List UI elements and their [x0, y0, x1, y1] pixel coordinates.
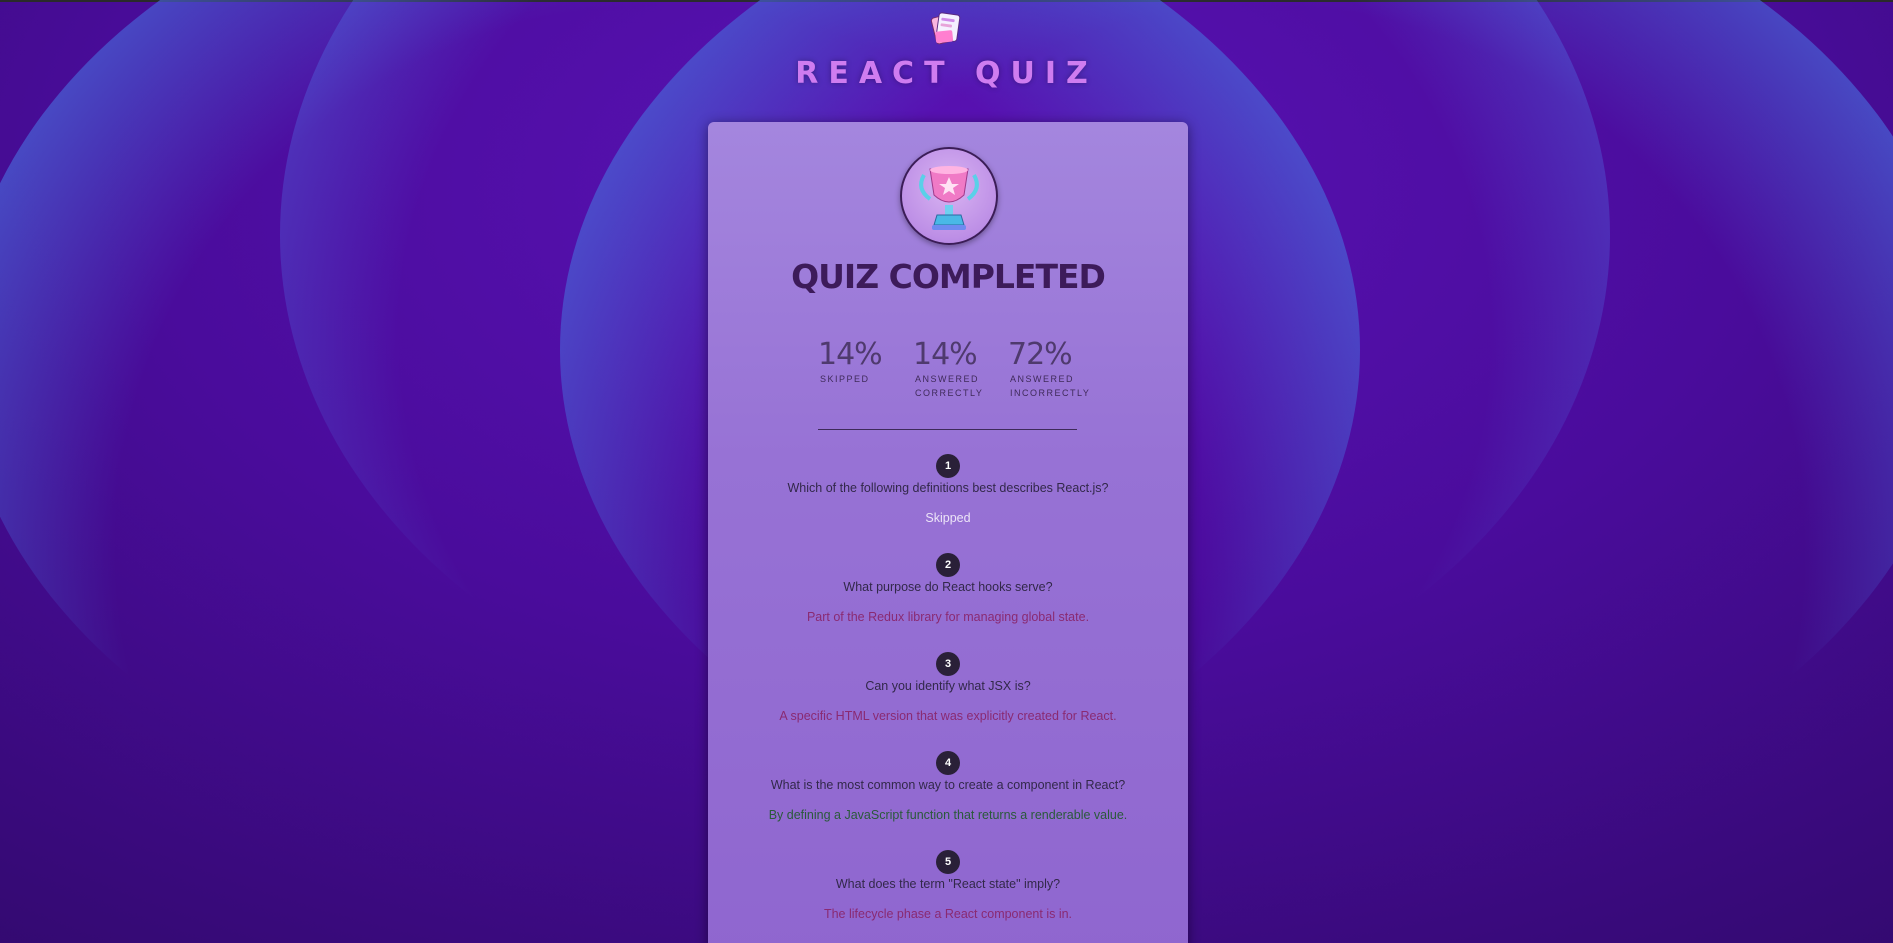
- user-answer: A specific HTML version that was explici…: [779, 709, 1117, 723]
- user-answer: Skipped: [925, 511, 971, 525]
- stat-value: 14%: [913, 337, 978, 372]
- stats-row: 14% Skipped 14% Answered correctly 72% A…: [818, 338, 1098, 408]
- app-title: REACT QUIZ: [795, 56, 1098, 91]
- question-text: What is the most common way to create a …: [770, 778, 1126, 792]
- question-number-badge: 3: [936, 652, 960, 676]
- stat-label: Answered correctly: [915, 374, 984, 398]
- trophy-icon: [919, 166, 979, 230]
- stats-divider: [818, 429, 1077, 430]
- stat-label: Skipped: [820, 374, 870, 384]
- question-text: Can you identify what JSX is?: [865, 679, 1031, 693]
- stat-value: 14%: [818, 337, 883, 372]
- question-text: Which of the following definitions best …: [787, 481, 1109, 495]
- quiz-cards-logo-icon: [930, 12, 961, 45]
- user-answer: By defining a JavaScript function that r…: [768, 808, 1128, 822]
- question-number-badge: 4: [936, 751, 960, 775]
- stat-incorrect: 72% Answered incorrectly: [1008, 338, 1098, 400]
- question-number-badge: 1: [936, 454, 960, 478]
- question-number-badge: 5: [936, 850, 960, 874]
- quiz-completed-heading: QUIZ COMPLETED: [791, 257, 1106, 296]
- question-text: What does the term "React state" imply?: [835, 877, 1061, 891]
- user-answer: Part of the Redux library for managing g…: [806, 610, 1090, 624]
- question-number-badge: 2: [936, 553, 960, 577]
- user-answer: The lifecycle phase a React component is…: [823, 907, 1073, 921]
- summary-card: QUIZ COMPLETED 14% Skipped 14% Answered …: [708, 122, 1188, 943]
- stat-correct: 14% Answered correctly: [913, 338, 1003, 400]
- app-header: REACT QUIZ: [0, 0, 1893, 110]
- stat-skipped: 14% Skipped: [818, 338, 908, 386]
- question-text: What purpose do React hooks serve?: [843, 580, 1053, 594]
- stat-label: Answered incorrectly: [1010, 374, 1091, 398]
- trophy-badge: [900, 147, 998, 245]
- stat-value: 72%: [1008, 337, 1073, 372]
